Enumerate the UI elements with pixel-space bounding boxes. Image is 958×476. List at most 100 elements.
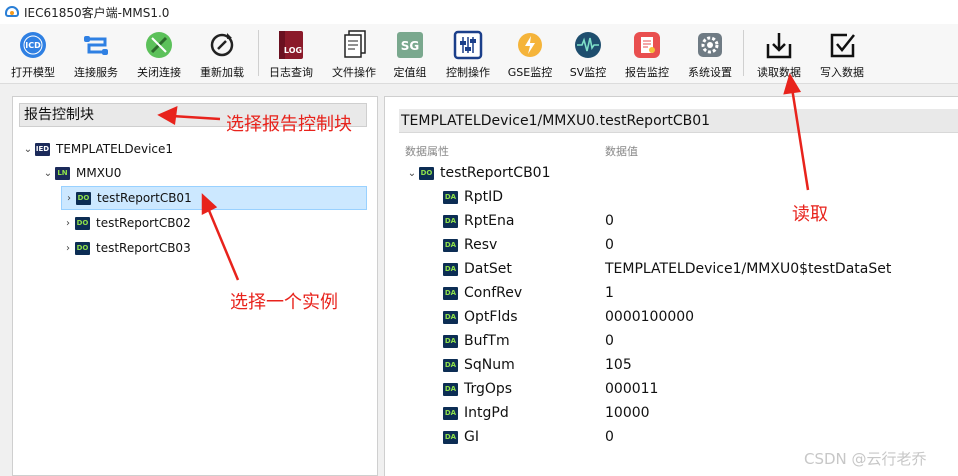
write-data-label: 写入数据 bbox=[820, 66, 864, 79]
attribute-value: 0 bbox=[605, 213, 614, 229]
attribute-value: 0 bbox=[605, 429, 614, 445]
settings-icon bbox=[693, 28, 727, 62]
attribute-value: 105 bbox=[605, 357, 632, 373]
attribute-row[interactable]: DA BufTm bbox=[443, 329, 510, 353]
watermark: CSDN @云行老乔 bbox=[804, 450, 927, 468]
open-model-label: 打开模型 bbox=[11, 66, 55, 79]
icd-icon: ICD bbox=[16, 28, 50, 62]
tree-node-device[interactable]: ⌄ IED TEMPLATELDevice1 bbox=[21, 137, 173, 161]
report-monitor-label: 报告监控 bbox=[625, 66, 669, 79]
open-model-button[interactable]: ICD 打开模型 bbox=[1, 28, 65, 80]
chevron-right-icon[interactable]: › bbox=[61, 243, 75, 254]
sv-monitor-label: SV监控 bbox=[569, 66, 607, 79]
attribute-value: 0 bbox=[605, 333, 614, 349]
attribute-name: GI bbox=[464, 429, 479, 445]
connect-icon bbox=[79, 28, 113, 62]
reload-icon bbox=[205, 28, 239, 62]
attribute-name: IntgPd bbox=[464, 405, 509, 421]
report-icon bbox=[630, 28, 664, 62]
tree-node-report-cb[interactable]: › DO testReportCB01 bbox=[61, 186, 367, 210]
chevron-right-icon[interactable]: › bbox=[62, 193, 76, 204]
attribute-row[interactable]: DA RptID bbox=[443, 185, 503, 209]
tree-node-report-cb-label: testReportCB02 bbox=[96, 216, 191, 230]
attribute-row[interactable]: DA ConfRev bbox=[443, 281, 522, 305]
file-icon bbox=[337, 28, 371, 62]
chevron-down-icon[interactable]: ⌄ bbox=[405, 168, 419, 179]
reload-label: 重新加载 bbox=[200, 66, 244, 79]
tree-node-report-cb-label: testReportCB03 bbox=[96, 241, 191, 255]
read-data-button[interactable]: 读取数据 bbox=[747, 28, 811, 80]
toolbar-separator bbox=[743, 30, 744, 76]
right-panel-header: TEMPLATELDevice1/MMXU0.testReportCB01 bbox=[399, 109, 958, 133]
setting-group-button[interactable]: SG 定值组 bbox=[378, 28, 442, 80]
close-connection-button[interactable]: 关闭连接 bbox=[127, 28, 191, 80]
root-label: testReportCB01 bbox=[440, 165, 551, 181]
file-operation-label: 文件操作 bbox=[332, 66, 376, 79]
report-control-block-panel: 报告控制块 ⌄ IED TEMPLATELDevice1 ⌄ LN MMXU0 … bbox=[12, 96, 378, 476]
tree-node-report-cb[interactable]: › DO testReportCB03 bbox=[61, 236, 191, 260]
attribute-name: SqNum bbox=[464, 357, 515, 373]
attribute-row[interactable]: DA DatSet bbox=[443, 257, 512, 281]
chevron-down-icon[interactable]: ⌄ bbox=[41, 168, 55, 179]
attribute-name: RptEna bbox=[464, 213, 515, 229]
attribute-row[interactable]: DA RptEna bbox=[443, 209, 514, 233]
log-icon: LOG bbox=[274, 28, 308, 62]
attribute-name: OptFlds bbox=[464, 309, 518, 325]
attribute-value: 0 bbox=[605, 237, 614, 253]
reload-button[interactable]: 重新加载 bbox=[190, 28, 254, 80]
disconnect-icon bbox=[142, 28, 176, 62]
toolbar: ICD 打开模型 连接服务 关闭连接 重新加载 LOG 日志查询 文件操作 SG… bbox=[0, 24, 958, 84]
do-icon: DO bbox=[419, 166, 434, 180]
da-icon: DA bbox=[443, 286, 458, 300]
tree-node-report-cb[interactable]: › DO testReportCB02 bbox=[61, 211, 191, 235]
system-settings-button[interactable]: 系统设置 bbox=[678, 28, 742, 80]
sv-icon bbox=[571, 28, 605, 62]
attribute-row[interactable]: DA SqNum bbox=[443, 353, 515, 377]
attribute-row[interactable]: DA GI bbox=[443, 425, 479, 449]
svg-text:ICD: ICD bbox=[25, 41, 41, 50]
attribute-row[interactable]: DA Resv bbox=[443, 233, 497, 257]
chevron-down-icon[interactable]: ⌄ bbox=[21, 144, 35, 155]
da-icon: DA bbox=[443, 334, 458, 348]
attribute-name: DatSet bbox=[464, 261, 512, 277]
system-settings-label: 系统设置 bbox=[688, 66, 732, 79]
write-data-button[interactable]: 写入数据 bbox=[810, 28, 874, 80]
control-operation-button[interactable]: 控制操作 bbox=[436, 28, 500, 80]
log-query-button[interactable]: LOG 日志查询 bbox=[259, 28, 323, 80]
attribute-row[interactable]: DA OptFlds bbox=[443, 305, 518, 329]
connect-service-button[interactable]: 连接服务 bbox=[64, 28, 128, 80]
title-bar: IEC61850客户端-MMS1.0 bbox=[0, 0, 958, 24]
attribute-value: TEMPLATELDevice1/MMXU0$testDataSet bbox=[605, 261, 892, 277]
svg-text:SG: SG bbox=[401, 39, 420, 53]
gse-icon bbox=[513, 28, 547, 62]
tree-node-ln-label: MMXU0 bbox=[76, 166, 122, 180]
attribute-value: 1 bbox=[605, 285, 614, 301]
da-icon: DA bbox=[443, 238, 458, 252]
attribute-row[interactable]: DA IntgPd bbox=[443, 401, 509, 425]
da-icon: DA bbox=[443, 214, 458, 228]
connect-service-label: 连接服务 bbox=[74, 66, 118, 79]
attribute-value: 0000100000 bbox=[605, 309, 695, 325]
sv-monitor-button[interactable]: SV监控 bbox=[556, 28, 620, 80]
close-connection-label: 关闭连接 bbox=[137, 66, 181, 79]
tree-node-root[interactable]: ⌄ DO testReportCB01 bbox=[405, 161, 551, 185]
control-operation-label: 控制操作 bbox=[446, 66, 490, 79]
report-monitor-button[interactable]: 报告监控 bbox=[615, 28, 679, 80]
chevron-right-icon[interactable]: › bbox=[61, 218, 75, 229]
da-icon: DA bbox=[443, 262, 458, 276]
tree-node-ln[interactable]: ⌄ LN MMXU0 bbox=[41, 161, 122, 185]
attribute-row[interactable]: DA TrgOps bbox=[443, 377, 512, 401]
da-icon: DA bbox=[443, 430, 458, 444]
read-data-label: 读取数据 bbox=[757, 66, 801, 79]
attribute-value: 10000 bbox=[605, 405, 650, 421]
setting-group-label: 定值组 bbox=[393, 66, 427, 79]
da-icon: DA bbox=[443, 406, 458, 420]
annotation-select-instance: 选择一个实例 bbox=[230, 292, 338, 313]
control-icon bbox=[451, 28, 485, 62]
write-icon bbox=[825, 28, 859, 62]
svg-text:LOG: LOG bbox=[284, 46, 302, 55]
do-icon: DO bbox=[76, 191, 91, 205]
file-operation-button[interactable]: 文件操作 bbox=[322, 28, 386, 80]
tree-node-device-label: TEMPLATELDevice1 bbox=[56, 142, 174, 156]
gse-monitor-button[interactable]: GSE监控 bbox=[498, 28, 562, 80]
